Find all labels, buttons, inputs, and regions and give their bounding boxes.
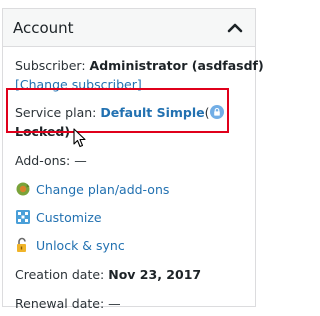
creation-date-row: Creation date: Nov 23, 2017 [15,265,201,284]
renewal-date-row: Renewal date: — [15,294,121,313]
unlock-sync-row[interactable]: Unlock & sync [15,236,125,255]
change-plan-row[interactable]: Change plan/add-ons [15,180,169,199]
addons-value: — [74,153,87,168]
addons-row: Add-ons: — [15,151,87,170]
renewal-date-label: Renewal date: [15,296,105,311]
addons-label: Add-ons: [15,153,71,168]
renewal-date-value: — [108,296,121,311]
subscriber-value: Administrator (asdfasdf) [89,58,264,73]
chevron-up-icon[interactable] [224,17,246,39]
mouse-cursor-icon [73,128,86,148]
subscriber-label: Subscriber: [15,58,86,73]
creation-date-value: Nov 23, 2017 [108,267,202,282]
panel-header: Account [3,9,255,47]
unlock-sync-link[interactable]: Unlock & sync [36,238,125,253]
customize-link[interactable]: Customize [36,210,102,225]
customize-row[interactable]: Customize [15,208,102,227]
subscriber-row: Subscriber: Administrator (asdfasdf) [15,56,264,75]
customize-icon [15,209,31,225]
creation-date-label: Creation date: [15,267,105,282]
change-plan-link[interactable]: Change plan/add-ons [36,182,169,197]
service-plan-highlight [6,88,229,133]
account-panel: Account Subscriber: Administrator (asdfa… [2,8,264,311]
change-plan-icon [15,181,31,197]
unlock-icon [15,237,31,253]
panel-title: Account [13,18,74,37]
